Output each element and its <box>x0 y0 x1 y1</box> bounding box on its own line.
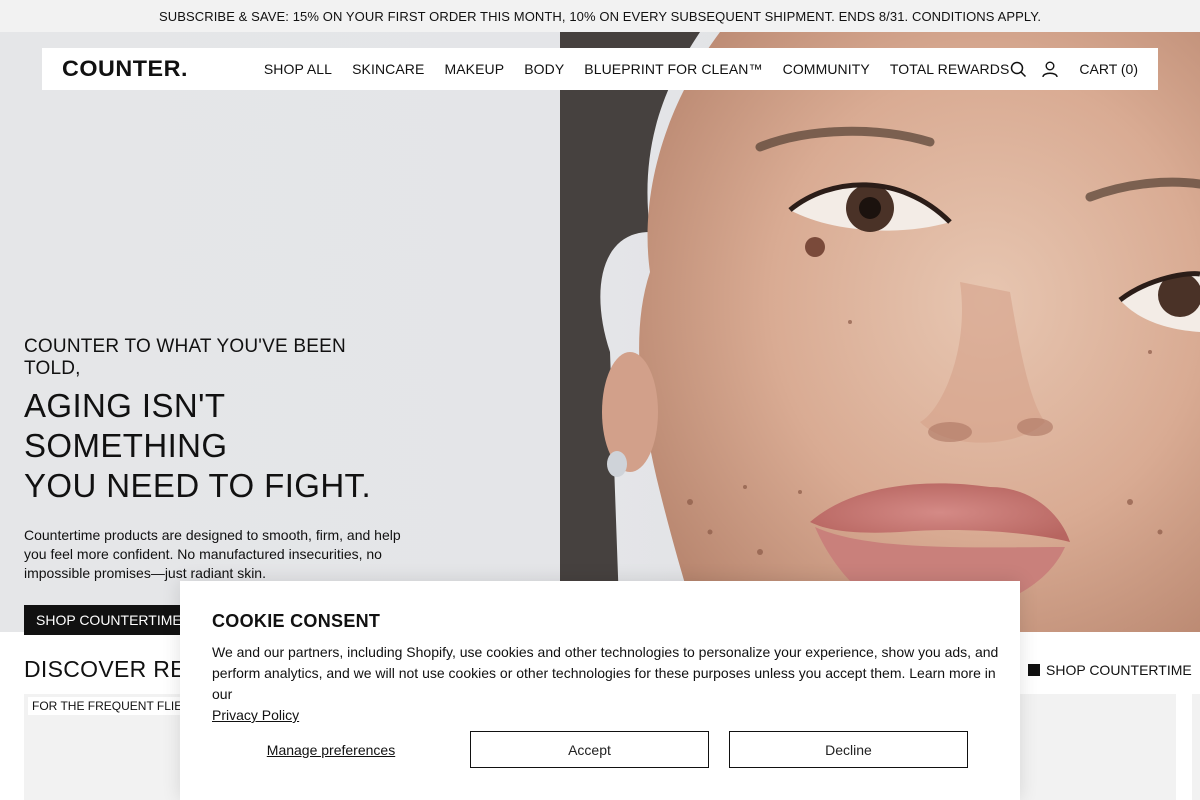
logo[interactable]: COUNTER. <box>62 56 245 82</box>
hero-eyebrow: COUNTER TO WHAT YOU'VE BEEN TOLD, <box>24 336 346 379</box>
square-icon <box>1028 664 1040 676</box>
cookie-actions: Manage preferences Accept Decline <box>212 731 988 768</box>
nav-link-makeup[interactable]: MAKEUP <box>444 61 504 77</box>
announcement-bar: SUBSCRIBE & SAVE: 15% ON YOUR FIRST ORDE… <box>0 0 1200 32</box>
cart-link[interactable]: CART (0) <box>1079 61 1138 77</box>
cookie-title: COOKIE CONSENT <box>212 611 381 631</box>
cookie-description: We and our partners, including Shopify, … <box>212 644 999 702</box>
accept-button[interactable]: Accept <box>470 731 709 768</box>
hero-headline: AGING ISN'T SOMETHING YOU NEED TO FIGHT. <box>24 386 404 506</box>
nav-link-body[interactable]: BODY <box>524 61 564 77</box>
nav-link-community[interactable]: COMMUNITY <box>783 61 870 77</box>
hero-body: Countertime products are designed to smo… <box>24 527 401 581</box>
product-tag: FOR THE FREQUENT FLIER <box>28 697 195 715</box>
nav-link-skincare[interactable]: SKINCARE <box>352 61 424 77</box>
product-card[interactable] <box>1000 694 1176 800</box>
manage-preferences-button[interactable]: Manage preferences <box>212 742 450 758</box>
shop-countertime-link[interactable]: SHOP COUNTERTIME <box>1028 662 1192 678</box>
account-icon[interactable] <box>1041 60 1059 78</box>
search-icon[interactable] <box>1009 60 1027 78</box>
cookie-text: We and our partners, including Shopify, … <box>212 642 1002 726</box>
shop-link-label: SHOP COUNTERTIME <box>1046 662 1192 678</box>
main-nav: COUNTER. SHOP ALL SKINCARE MAKEUP BODY B… <box>42 48 1158 90</box>
hero-headline-line-1: AGING ISN'T SOMETHING <box>24 387 228 464</box>
cookie-consent-dialog: COOKIE CONSENT We and our partners, incl… <box>180 581 1020 800</box>
nav-utilities: CART (0) <box>1009 60 1138 78</box>
announcement-text: SUBSCRIBE & SAVE: 15% ON YOUR FIRST ORDE… <box>158 8 1042 24</box>
hero-headline-line-2: YOU NEED TO FIGHT. <box>24 467 372 504</box>
nav-link-total-rewards[interactable]: TOTAL REWARDS <box>890 61 1010 77</box>
nav-links: SHOP ALL SKINCARE MAKEUP BODY BLUEPRINT … <box>264 61 1010 77</box>
shop-countertime-button[interactable]: SHOP COUNTERTIME <box>24 605 194 635</box>
decline-button[interactable]: Decline <box>729 731 968 768</box>
nav-link-blueprint-for-clean[interactable]: BLUEPRINT FOR CLEAN™ <box>584 61 762 77</box>
privacy-policy-link[interactable]: Privacy Policy <box>212 707 299 723</box>
nav-link-shop-all[interactable]: SHOP ALL <box>264 61 332 77</box>
product-card[interactable] <box>1192 694 1200 800</box>
